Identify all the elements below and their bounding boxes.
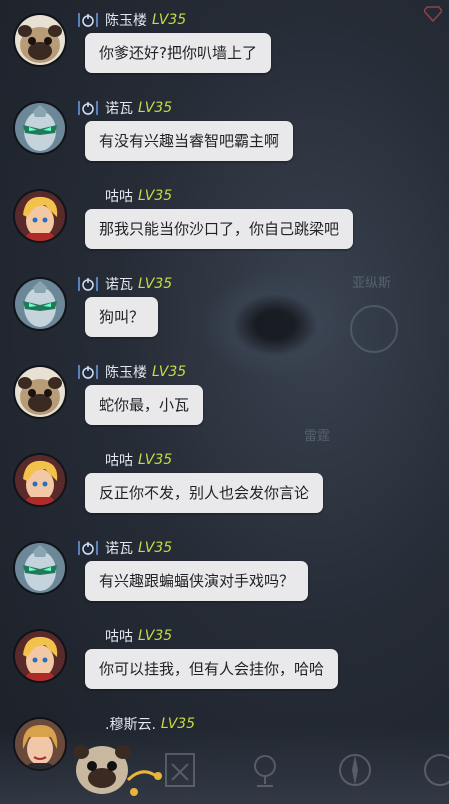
message-bubble[interactable]: 蛇你最，小瓦 bbox=[85, 385, 204, 425]
chat-message: .穆斯云. LV35 bbox=[0, 712, 449, 800]
blonde-hero-avatar[interactable] bbox=[15, 191, 65, 241]
sender-info: 陈玉楼 LV35 bbox=[77, 10, 186, 30]
message-bubble[interactable]: 你可以挂我，但有人会挂你，哈哈 bbox=[85, 649, 339, 689]
chat-message: 诺瓦 LV35 狗叫？ bbox=[0, 272, 449, 360]
masked-hero-avatar[interactable] bbox=[15, 279, 65, 329]
sender-level: LV35 bbox=[138, 452, 173, 468]
message-bubble[interactable]: 狗叫？ bbox=[85, 297, 159, 337]
message-bubble[interactable]: 有兴趣跟蝙蝠侠演对手戏吗？ bbox=[85, 561, 309, 601]
vip-badge-icon bbox=[78, 365, 98, 379]
woman-avatar[interactable] bbox=[15, 719, 65, 769]
sender-name[interactable]: 诺瓦 bbox=[105, 274, 133, 294]
badge-spacer bbox=[77, 187, 105, 205]
pug-sticker-image bbox=[72, 736, 182, 800]
sender-level: LV35 bbox=[138, 100, 173, 116]
chat-message: 陈玉楼 LV35 蛇你最，小瓦 bbox=[0, 360, 449, 448]
sender-name[interactable]: 咕咕 bbox=[105, 186, 133, 206]
badge-spacer bbox=[77, 451, 105, 469]
sender-info: 诺瓦 LV35 bbox=[77, 98, 172, 118]
sender-level: LV35 bbox=[152, 364, 187, 380]
badge-spacer bbox=[77, 715, 105, 733]
sender-info: 陈玉楼 LV35 bbox=[77, 362, 186, 382]
pug-avatar[interactable] bbox=[15, 367, 65, 417]
sender-info: 咕咕 LV35 bbox=[77, 450, 172, 470]
sender-info: 咕咕 LV35 bbox=[77, 626, 172, 646]
vip-badge-icon bbox=[78, 277, 98, 291]
badge-spacer bbox=[77, 627, 105, 645]
vip-badge-icon bbox=[78, 541, 98, 555]
sender-info: 诺瓦 LV35 bbox=[77, 274, 172, 294]
message-bubble[interactable]: 有没有兴趣当睿智吧霸主啊 bbox=[85, 121, 294, 161]
chat-message: 咕咕 LV35 那我只能当你沙口了，你自己跳梁吧 bbox=[0, 184, 449, 272]
masked-hero-avatar[interactable] bbox=[15, 543, 65, 593]
sender-name[interactable]: 诺瓦 bbox=[105, 98, 133, 118]
sender-info: 咕咕 LV35 bbox=[77, 186, 172, 206]
message-bubble[interactable]: 那我只能当你沙口了，你自己跳梁吧 bbox=[85, 209, 354, 249]
chat-message: 诺瓦 LV35 有没有兴趣当睿智吧霸主啊 bbox=[0, 96, 449, 184]
chat-message: 咕咕 LV35 你可以挂我，但有人会挂你，哈哈 bbox=[0, 624, 449, 712]
sender-name[interactable]: 陈玉楼 bbox=[105, 10, 147, 30]
message-bubble[interactable]: 你爹还好?把你叭墙上了 bbox=[85, 33, 271, 73]
chat-message: 咕咕 LV35 反正你不发，别人也会发你言论 bbox=[0, 448, 449, 536]
sender-name[interactable]: 陈玉楼 bbox=[105, 362, 147, 382]
sender-info: 诺瓦 LV35 bbox=[77, 538, 172, 558]
vip-badge-icon bbox=[78, 13, 98, 27]
sender-level: LV35 bbox=[152, 12, 187, 28]
sender-name[interactable]: 咕咕 bbox=[105, 450, 133, 470]
sender-level: LV35 bbox=[160, 716, 196, 732]
vip-badge-icon bbox=[78, 101, 98, 115]
message-bubble[interactable]: 反正你不发，别人也会发你言论 bbox=[85, 473, 324, 513]
blonde-hero-avatar[interactable] bbox=[15, 631, 65, 681]
sender-level: LV35 bbox=[138, 276, 173, 292]
sender-name[interactable]: 咕咕 bbox=[105, 626, 133, 646]
pug-avatar[interactable] bbox=[15, 15, 65, 65]
sender-level: LV35 bbox=[138, 628, 173, 644]
chat-message: 诺瓦 LV35 有兴趣跟蝙蝠侠演对手戏吗？ bbox=[0, 536, 449, 624]
sender-level: LV35 bbox=[138, 188, 173, 204]
sender-name[interactable]: .穆斯云. bbox=[105, 714, 156, 734]
sender-level: LV35 bbox=[138, 540, 173, 556]
blonde-hero-avatar[interactable] bbox=[15, 455, 65, 505]
sender-info: .穆斯云. LV35 bbox=[77, 714, 195, 734]
masked-hero-avatar[interactable] bbox=[15, 103, 65, 153]
sender-name[interactable]: 诺瓦 bbox=[105, 538, 133, 558]
chat-message: 陈玉楼 LV35 你爹还好?把你叭墙上了 bbox=[0, 8, 449, 96]
